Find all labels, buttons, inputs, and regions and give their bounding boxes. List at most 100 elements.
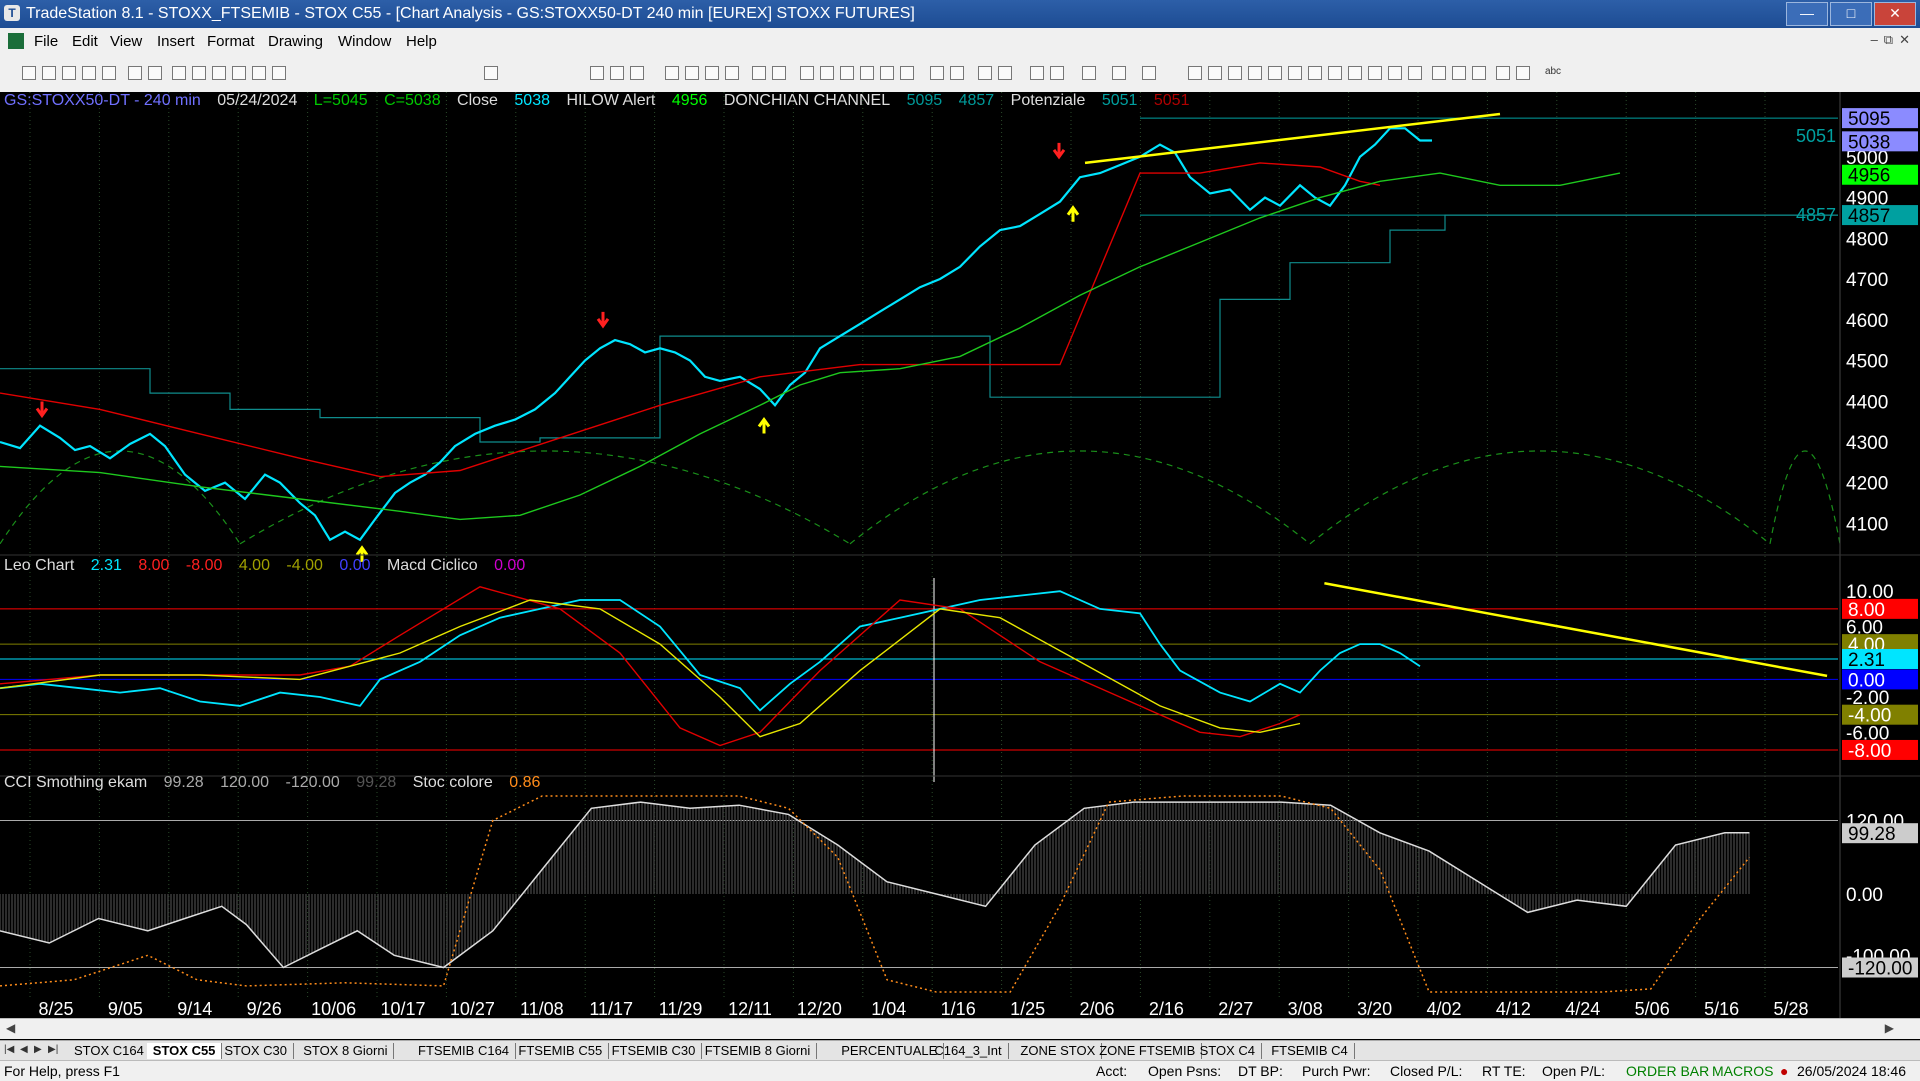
minimize-button[interactable]: — — [1786, 2, 1828, 26]
indicator-icon[interactable] — [880, 66, 894, 80]
horizontal-scrollbar[interactable]: ◀ ▶ — [0, 1018, 1920, 1039]
data-window-icon[interactable] — [1112, 66, 1126, 80]
tab-ftsemib-c55[interactable]: FTSEMIB C55 — [512, 1043, 610, 1059]
options-icon[interactable] — [772, 66, 786, 80]
chart-canvas[interactable]: 5051 4857 8/25 9/05 9/14 9/26 10/06 10/17 10/27… — [0, 92, 1920, 1018]
menu-insert[interactable]: Insert — [157, 33, 195, 50]
pointer-icon[interactable] — [1030, 66, 1044, 80]
andrews-icon[interactable] — [1308, 66, 1322, 80]
acct-label: Acct: — [1096, 1063, 1128, 1079]
search-icon[interactable] — [484, 66, 498, 80]
mdi-minimize-button[interactable]: – — [1871, 32, 1878, 48]
window-icon[interactable] — [725, 66, 739, 80]
tools-icon[interactable] — [252, 66, 266, 80]
clock-icon[interactable] — [820, 66, 834, 80]
rectangle-icon[interactable] — [1516, 66, 1530, 80]
matrix-icon[interactable] — [610, 66, 624, 80]
reload-icon[interactable] — [192, 66, 206, 80]
pen-icon[interactable] — [1408, 66, 1422, 80]
folder-icon[interactable] — [102, 66, 116, 80]
macros-button[interactable]: MACROS — [1712, 1063, 1773, 1079]
tab-stox-c164[interactable]: STOX C164 — [68, 1043, 151, 1059]
zoom-in-icon[interactable] — [978, 66, 992, 80]
menu-drawing[interactable]: Drawing — [268, 33, 323, 50]
chart-window[interactable]: 5051 4857 8/25 9/05 9/14 9/26 10/06 10/17 10/27… — [0, 92, 1920, 1027]
x-tick-label: 4/12 — [1496, 999, 1531, 1018]
radar-icon[interactable] — [685, 66, 699, 80]
tab-ftsemib-c4[interactable]: FTSEMIB C4 — [1265, 1043, 1355, 1059]
tab-zone-stox[interactable]: ZONE STOX — [1014, 1043, 1103, 1059]
chart-icon[interactable] — [665, 66, 679, 80]
menu-format[interactable]: Format — [207, 33, 255, 50]
tab-zone-ftsemib[interactable]: ZONE FTSEMIB — [1093, 1043, 1203, 1059]
menu-view[interactable]: View — [110, 33, 142, 50]
tab-c164-3-int[interactable]: C164_3_Int — [928, 1043, 1009, 1059]
mdi-close-button[interactable]: ✕ — [1899, 32, 1910, 48]
fibonacci-icon[interactable] — [1268, 66, 1282, 80]
quote-icon[interactable] — [590, 66, 604, 80]
fib-time-icon[interactable] — [1288, 66, 1302, 80]
horizontal-line-icon[interactable] — [1228, 66, 1242, 80]
vertical-line-icon[interactable] — [1208, 66, 1222, 80]
calendar-icon[interactable] — [800, 66, 814, 80]
tab-ftsemib-c164[interactable]: FTSEMIB C164 — [412, 1043, 517, 1059]
menu-help[interactable]: Help — [406, 33, 437, 50]
document-icon[interactable] — [8, 33, 24, 49]
scroll-left-icon[interactable] — [930, 66, 944, 80]
open-icon[interactable] — [42, 66, 56, 80]
order-bar-button[interactable]: ORDER BAR — [1626, 1063, 1709, 1079]
alarm-icon[interactable] — [752, 66, 766, 80]
print-icon[interactable] — [148, 66, 162, 80]
tab-prev-icon[interactable]: ◀ — [20, 1044, 28, 1055]
paint-icon[interactable] — [232, 66, 246, 80]
zoom-out-icon[interactable] — [998, 66, 1012, 80]
close-value: C=5038 — [384, 92, 441, 109]
buy-arrow-icon[interactable] — [1452, 66, 1466, 80]
global-icon[interactable] — [272, 66, 286, 80]
crosshair-icon[interactable] — [1050, 66, 1064, 80]
maximize-button[interactable]: □ — [1830, 2, 1872, 26]
ellipse-icon[interactable] — [1496, 66, 1510, 80]
refresh-icon[interactable] — [172, 66, 186, 80]
close-button[interactable]: ✕ — [1874, 2, 1916, 26]
curve-icon[interactable] — [1432, 66, 1446, 80]
tab-stox-c55[interactable]: STOX C55 — [146, 1043, 223, 1059]
tab-next-icon[interactable]: ▶ — [34, 1044, 42, 1055]
news-icon[interactable] — [840, 66, 854, 80]
menu-window[interactable]: Window — [338, 33, 391, 50]
hammer-icon[interactable] — [1082, 66, 1096, 80]
low-value: L=5045 — [313, 92, 368, 109]
open-workspace-icon[interactable] — [62, 66, 76, 80]
speed-lines-icon[interactable] — [1328, 66, 1342, 80]
new-icon[interactable] — [22, 66, 36, 80]
menu-file[interactable]: File — [34, 33, 58, 50]
text-icon[interactable]: abc — [1540, 66, 1566, 80]
save-icon[interactable] — [128, 66, 142, 80]
tab-stox-8-giorni[interactable]: STOX 8 Giorni — [297, 1043, 395, 1059]
format-icon[interactable] — [1142, 66, 1156, 80]
menu-edit[interactable]: Edit — [72, 33, 98, 50]
strategy-icon[interactable] — [900, 66, 914, 80]
tab-stox-c4[interactable]: STOX C4 — [1194, 1043, 1262, 1059]
tab-last-icon[interactable]: ▶| — [48, 1044, 58, 1055]
tab-stox-c30[interactable]: STOX C30 — [218, 1043, 295, 1059]
table-icon[interactable] — [630, 66, 644, 80]
mdi-restore-button[interactable]: ⧉ — [1884, 32, 1893, 48]
scroll-right-icon[interactable] — [950, 66, 964, 80]
gann-icon[interactable] — [1248, 66, 1262, 80]
new-workspace-icon[interactable] — [82, 66, 96, 80]
tab-ftsemib-8-giorni[interactable]: FTSEMIB 8 Giorni — [699, 1043, 818, 1059]
x-tick-label: 5/06 — [1635, 999, 1670, 1018]
regression-icon[interactable] — [1348, 66, 1362, 80]
tab-first-icon[interactable]: |◀ — [4, 1044, 14, 1055]
trendline-icon[interactable] — [1188, 66, 1202, 80]
lock-icon[interactable] — [212, 66, 226, 80]
bars-icon[interactable] — [705, 66, 719, 80]
tab-ftsemib-c30[interactable]: FTSEMIB C30 — [606, 1043, 703, 1059]
channel-icon[interactable] — [1368, 66, 1382, 80]
arc-icon[interactable] — [1388, 66, 1402, 80]
scroll-right-arrow-icon[interactable]: ▶ — [1885, 1021, 1894, 1035]
bar-icon[interactable] — [860, 66, 874, 80]
scroll-left-arrow-icon[interactable]: ◀ — [6, 1021, 15, 1035]
sell-arrow-icon[interactable] — [1472, 66, 1486, 80]
